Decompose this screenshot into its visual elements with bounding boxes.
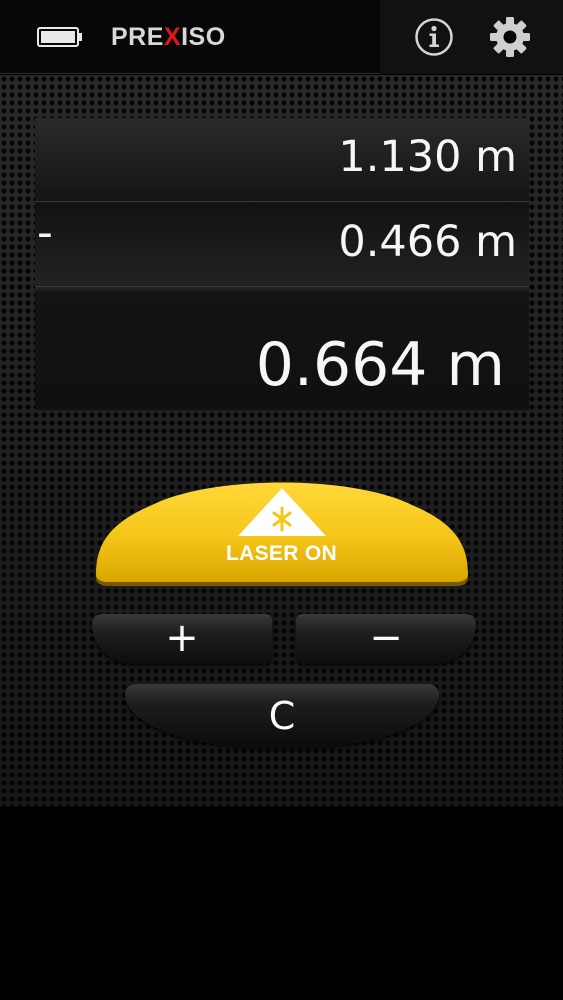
- clear-button-label: C: [268, 694, 296, 738]
- brand-logo-prefix: PRE: [111, 23, 164, 51]
- subtract-button-label: −: [369, 615, 403, 661]
- measurement-display: 1.130 m - 0.466 m 0.664 m: [35, 118, 529, 410]
- operator-sign: -: [37, 207, 53, 258]
- display-row-result: 0.664 m: [35, 288, 529, 410]
- app-screen: PREXISO 1.130 m - 0.466 m 0.664 m LASER …: [0, 0, 563, 1000]
- result-value: 0.664 m: [255, 330, 505, 400]
- laser-on-button[interactable]: [92, 470, 472, 590]
- clear-button[interactable]: C: [125, 684, 439, 748]
- brand-logo: PREXISO: [111, 20, 226, 54]
- brand-logo-x: X: [163, 23, 182, 51]
- subtract-button[interactable]: −: [296, 614, 476, 664]
- second-measurement-value: 0.466 m: [338, 217, 517, 267]
- first-measurement-value: 1.130 m: [338, 132, 517, 182]
- top-bar: PREXISO: [0, 0, 563, 74]
- gear-icon[interactable]: [489, 16, 531, 58]
- brand-logo-suffix: ISO: [181, 23, 226, 51]
- display-row-first: 1.130 m: [35, 118, 529, 202]
- add-button-label: +: [165, 615, 199, 661]
- battery-icon: [37, 27, 82, 47]
- add-button[interactable]: +: [92, 614, 272, 664]
- display-row-second: - 0.466 m: [35, 203, 529, 287]
- info-icon[interactable]: [414, 17, 454, 57]
- top-bar-actions-panel: [380, 0, 563, 74]
